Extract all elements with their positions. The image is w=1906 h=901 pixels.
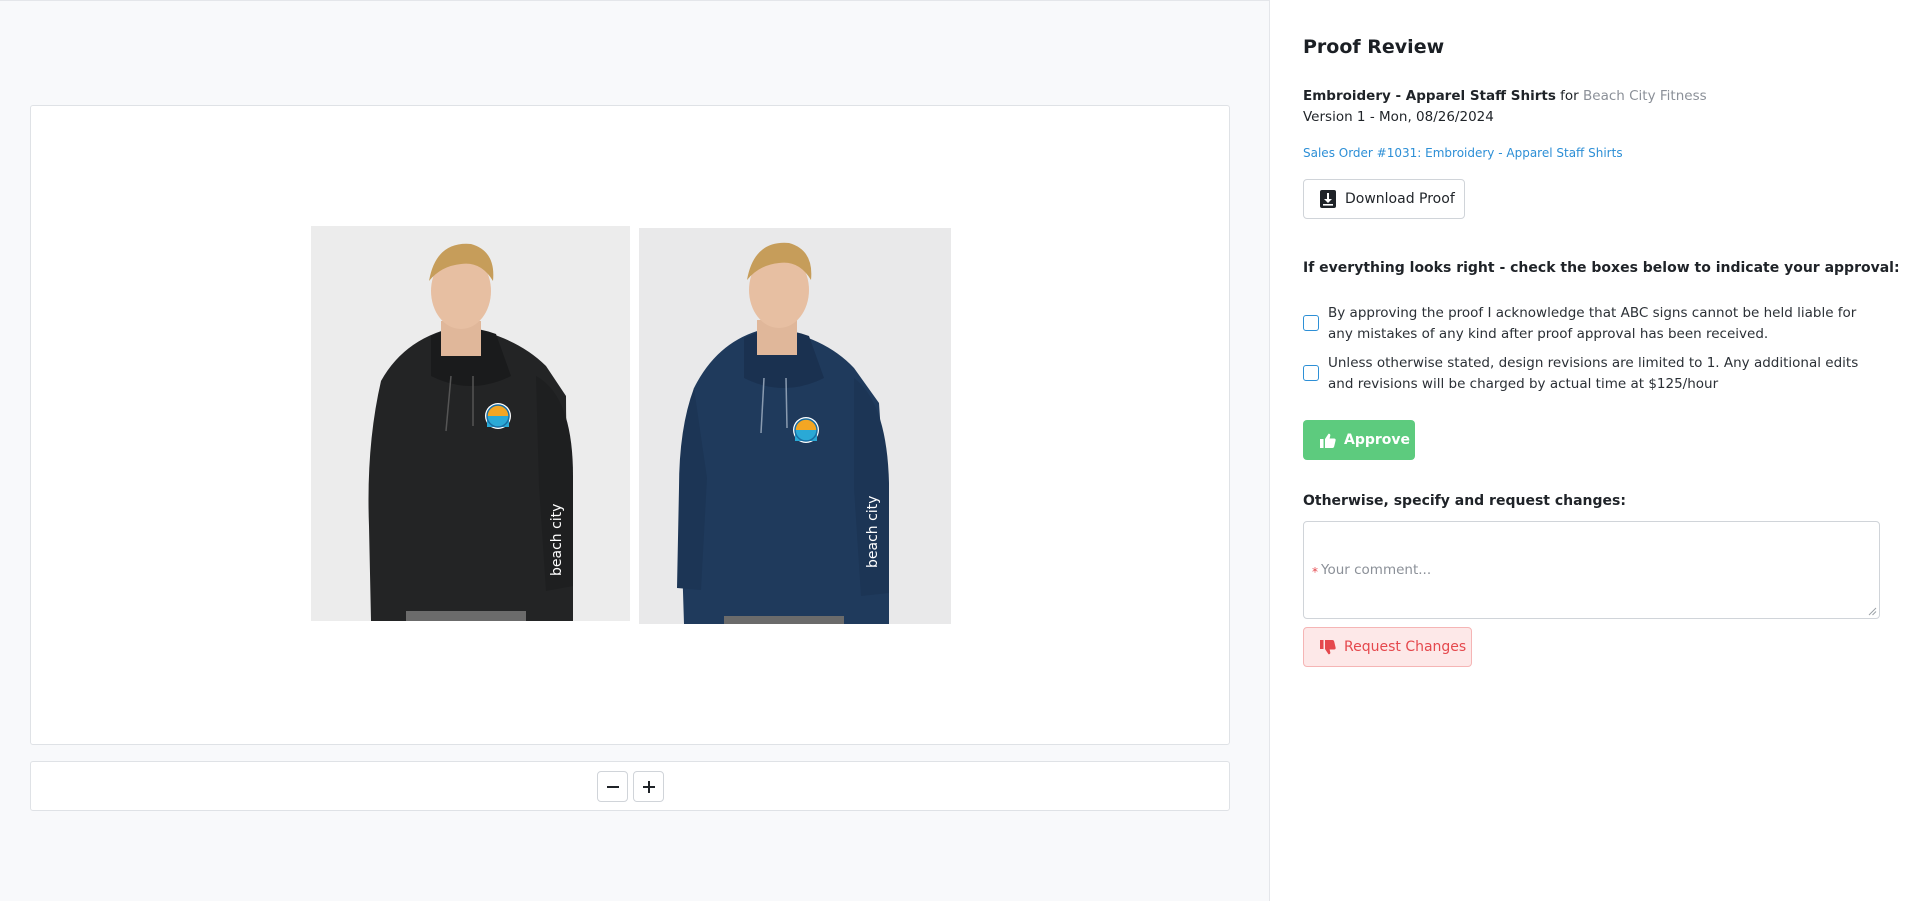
revisions-checkbox[interactable] <box>1303 365 1319 381</box>
revisions-checkbox-label: Unless otherwise stated, design revision… <box>1328 355 1859 392</box>
approval-checkbox-row-revisions[interactable]: Unless otherwise stated, design revision… <box>1303 353 1883 395</box>
sleeve-text: beach city <box>865 496 881 568</box>
resize-grip-icon[interactable] <box>1868 607 1877 616</box>
zoom-out-button[interactable] <box>597 771 628 802</box>
job-name: Embroidery - Apparel Staff Shirts <box>1303 88 1556 104</box>
minus-icon <box>606 785 619 788</box>
mockup-image-navy-hoodie: beach city <box>639 228 951 624</box>
comment-textarea[interactable]: * Your comment... <box>1303 521 1880 619</box>
approve-button[interactable]: Approve <box>1303 420 1415 460</box>
proof-preview-pane: beach city beach city <box>0 0 1269 901</box>
download-proof-button[interactable]: Download Proof <box>1303 179 1465 219</box>
request-changes-label: Request Changes <box>1344 639 1467 655</box>
thumbs-down-icon <box>1320 639 1336 654</box>
sleeve-text: beach city <box>549 504 565 576</box>
breadcrumb-separator: : <box>1417 146 1422 160</box>
plus-icon <box>642 780 655 793</box>
thumbs-up-icon <box>1320 433 1336 448</box>
job-summary: Embroidery - Apparel Staff Shirts for Be… <box>1303 88 1707 104</box>
comment-placeholder: Your comment... <box>1321 562 1432 578</box>
black-hoodie-illustration: beach city <box>311 226 630 621</box>
download-proof-label: Download Proof <box>1345 191 1455 207</box>
proof-image-viewer[interactable]: beach city beach city <box>30 105 1230 745</box>
page-title: Proof Review <box>1303 36 1445 58</box>
client-name: Beach City Fitness <box>1583 88 1707 104</box>
for-word: for <box>1560 88 1579 104</box>
zoom-toolbar <box>30 761 1230 811</box>
required-marker: * <box>1312 565 1318 579</box>
proof-review-panel: Proof Review Embroidery - Apparel Staff … <box>1269 0 1906 901</box>
zoom-in-button[interactable] <box>633 771 664 802</box>
request-changes-heading: Otherwise, specify and request changes: <box>1303 493 1626 509</box>
navy-hoodie-illustration: beach city <box>639 228 951 624</box>
approve-label: Approve <box>1344 432 1411 448</box>
approval-checkbox-row-liability[interactable]: By approving the proof I acknowledge tha… <box>1303 303 1883 345</box>
sales-order-link[interactable]: Sales Order #1031 <box>1303 146 1417 160</box>
sales-order-breadcrumb: Sales Order #1031: Embroidery - Apparel … <box>1303 146 1623 160</box>
liability-checkbox[interactable] <box>1303 315 1319 331</box>
version-info: Version 1 - Mon, 08/26/2024 <box>1303 109 1494 125</box>
download-icon <box>1320 190 1336 208</box>
job-link[interactable]: Embroidery - Apparel Staff Shirts <box>1425 146 1622 160</box>
approval-heading: If everything looks right - check the bo… <box>1303 260 1900 276</box>
request-changes-button[interactable]: Request Changes <box>1303 627 1472 667</box>
mockup-image-black-hoodie: beach city <box>311 226 630 621</box>
liability-checkbox-label: By approving the proof I acknowledge tha… <box>1328 305 1857 342</box>
